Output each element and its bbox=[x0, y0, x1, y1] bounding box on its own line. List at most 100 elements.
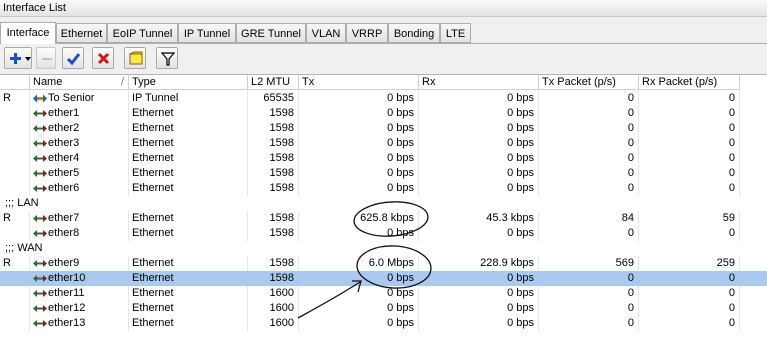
tab-vrrp[interactable]: VRRP bbox=[346, 23, 388, 43]
cell-flag bbox=[0, 106, 30, 121]
enable-button[interactable] bbox=[62, 47, 84, 69]
cell-rxp: 59 bbox=[639, 211, 740, 226]
cell-txp: 84 bbox=[539, 211, 639, 226]
table-row-ether13[interactable]: ether13 Ethernet 1600 0 bps 0 bps 0 0 bbox=[0, 316, 767, 331]
cell-mtu: 65535 bbox=[248, 91, 299, 106]
cell-rx: 0 bps bbox=[419, 316, 539, 331]
cell-mtu: 1598 bbox=[248, 256, 299, 271]
table-row-ether10[interactable]: ether10 Ethernet 1598 0 bps 0 bps 0 0 bbox=[0, 271, 767, 286]
column-header-tx[interactable]: Tx bbox=[299, 75, 419, 90]
tab-gre-tunnel[interactable]: GRE Tunnel bbox=[236, 23, 306, 43]
cell-txp: 0 bbox=[539, 91, 639, 106]
column-header-tx-packet[interactable]: Tx Packet (p/s) bbox=[539, 75, 639, 90]
cell-type: Ethernet bbox=[129, 316, 248, 331]
cell-name: ether3 bbox=[30, 136, 129, 151]
cell-flag bbox=[0, 136, 30, 151]
cell-txp: 0 bbox=[539, 106, 639, 121]
table-row-ether4[interactable]: ether4 Ethernet 1598 0 bps 0 bps 0 0 bbox=[0, 151, 767, 166]
cell-rx: 0 bps bbox=[419, 286, 539, 301]
cell-tx: 0 bps bbox=[299, 271, 419, 286]
cell-tx: 0 bps bbox=[299, 181, 419, 196]
cell-name: ether2 bbox=[30, 121, 129, 136]
cell-rxp: 0 bbox=[639, 226, 740, 241]
table-row-ether7[interactable]: Rether7 Ethernet 1598 625.8 kbps 45.3 kbps 84… bbox=[0, 211, 767, 226]
column-header-l2mtu[interactable]: L2 MTU bbox=[248, 75, 299, 90]
tab-bonding[interactable]: Bonding bbox=[388, 23, 440, 43]
cell-mtu: 1598 bbox=[248, 271, 299, 286]
cell-type: Ethernet bbox=[129, 106, 248, 121]
column-header-name[interactable]: Name / bbox=[30, 75, 129, 90]
tab-ip-tunnel[interactable]: IP Tunnel bbox=[178, 23, 236, 43]
cell-mtu: 1600 bbox=[248, 286, 299, 301]
tab-ethernet[interactable]: Ethernet bbox=[56, 23, 107, 43]
table-row-ether11[interactable]: ether11 Ethernet 1600 0 bps 0 bps 0 0 bbox=[0, 286, 767, 301]
column-header-rx[interactable]: Rx bbox=[419, 75, 539, 90]
add-button[interactable] bbox=[4, 47, 32, 69]
disable-button[interactable] bbox=[92, 47, 114, 69]
ethernet-port-icon bbox=[33, 259, 47, 267]
column-header-type[interactable]: Type bbox=[129, 75, 248, 90]
interface-name: ether8 bbox=[48, 227, 80, 239]
table-row-to-senior[interactable]: R To Senior IP Tunnel 65535 0 bps 0 bps 0 0 bbox=[0, 91, 767, 106]
interface-table: Name / Type L2 MTU Tx Rx Tx Packet (p/s)… bbox=[0, 74, 767, 337]
section-comment-wan: ;;; WAN bbox=[5, 242, 43, 254]
cell-name: ether11 bbox=[30, 286, 129, 301]
filter-icon bbox=[160, 52, 176, 66]
cell-flag: R bbox=[0, 91, 30, 106]
minus-icon bbox=[42, 58, 52, 60]
check-icon bbox=[66, 53, 81, 66]
cell-rx: 0 bps bbox=[419, 226, 539, 241]
remove-button[interactable] bbox=[36, 47, 56, 69]
x-icon bbox=[97, 52, 110, 65]
cell-tx: 0 bps bbox=[299, 106, 419, 121]
table-row-ether2[interactable]: ether2 Ethernet 1598 0 bps 0 bps 0 0 bbox=[0, 121, 767, 136]
cell-name: ether7 bbox=[30, 211, 129, 226]
cell-tx: 0 bps bbox=[299, 136, 419, 151]
tab-eoip-tunnel[interactable]: EoIP Tunnel bbox=[107, 23, 178, 43]
cell-type: Ethernet bbox=[129, 256, 248, 271]
cell-rxp: 0 bbox=[639, 301, 740, 316]
cell-tx: 0 bps bbox=[299, 226, 419, 241]
table-row-ether8[interactable]: ether8 Ethernet 1598 0 bps 0 bps 0 0 bbox=[0, 226, 767, 241]
cell-flag bbox=[0, 286, 30, 301]
cell-type: Ethernet bbox=[129, 286, 248, 301]
cell-txp: 0 bbox=[539, 121, 639, 136]
cell-name: ether4 bbox=[30, 151, 129, 166]
table-row-ether3[interactable]: ether3 Ethernet 1598 0 bps 0 bps 0 0 bbox=[0, 136, 767, 151]
cell-rxp: 259 bbox=[639, 256, 740, 271]
cell-name: ether13 bbox=[30, 316, 129, 331]
cell-rxp: 0 bbox=[639, 151, 740, 166]
cell-rxp: 0 bbox=[639, 286, 740, 301]
table-row-ether5[interactable]: ether5 Ethernet 1598 0 bps 0 bps 0 0 bbox=[0, 166, 767, 181]
cell-rx: 45.3 kbps bbox=[419, 211, 539, 226]
interface-name: ether3 bbox=[48, 137, 80, 149]
interface-name: ether2 bbox=[48, 122, 80, 134]
cell-rxp: 0 bbox=[639, 181, 740, 196]
tab-vlan[interactable]: VLAN bbox=[306, 23, 346, 43]
cell-flag bbox=[0, 316, 30, 331]
tab-bar: Interface Ethernet EoIP Tunnel IP Tunnel… bbox=[0, 22, 767, 44]
table-row-ether1[interactable]: ether1 Ethernet 1598 0 bps 0 bps 0 0 bbox=[0, 106, 767, 121]
cell-name: ether10 bbox=[30, 271, 129, 286]
table-row-ether6[interactable]: ether6 Ethernet 1598 0 bps 0 bps 0 0 bbox=[0, 181, 767, 196]
tab-interface[interactable]: Interface bbox=[0, 22, 56, 44]
cell-tx: 0 bps bbox=[299, 286, 419, 301]
tab-lte[interactable]: LTE bbox=[440, 23, 471, 43]
cell-rx: 0 bps bbox=[419, 271, 539, 286]
tab-divider bbox=[0, 43, 767, 44]
column-header-rx-packet[interactable]: Rx Packet (p/s) bbox=[639, 75, 740, 90]
column-header-flag[interactable] bbox=[0, 75, 30, 90]
filter-button[interactable] bbox=[156, 47, 178, 69]
cell-flag bbox=[0, 181, 30, 196]
cell-tx: 0 bps bbox=[299, 151, 419, 166]
interface-name: ether9 bbox=[48, 257, 80, 269]
comment-button[interactable] bbox=[124, 47, 146, 69]
cell-mtu: 1598 bbox=[248, 121, 299, 136]
cell-flag bbox=[0, 121, 30, 136]
cell-flag bbox=[0, 301, 30, 316]
ethernet-port-icon bbox=[33, 184, 47, 192]
cell-rx: 0 bps bbox=[419, 91, 539, 106]
ethernet-port-icon bbox=[33, 109, 47, 117]
table-row-ether9[interactable]: Rether9 Ethernet 1598 6.0 Mbps 228.9 kbps 569… bbox=[0, 256, 767, 271]
table-row-ether12[interactable]: ether12 Ethernet 1600 0 bps 0 bps 0 0 bbox=[0, 301, 767, 316]
